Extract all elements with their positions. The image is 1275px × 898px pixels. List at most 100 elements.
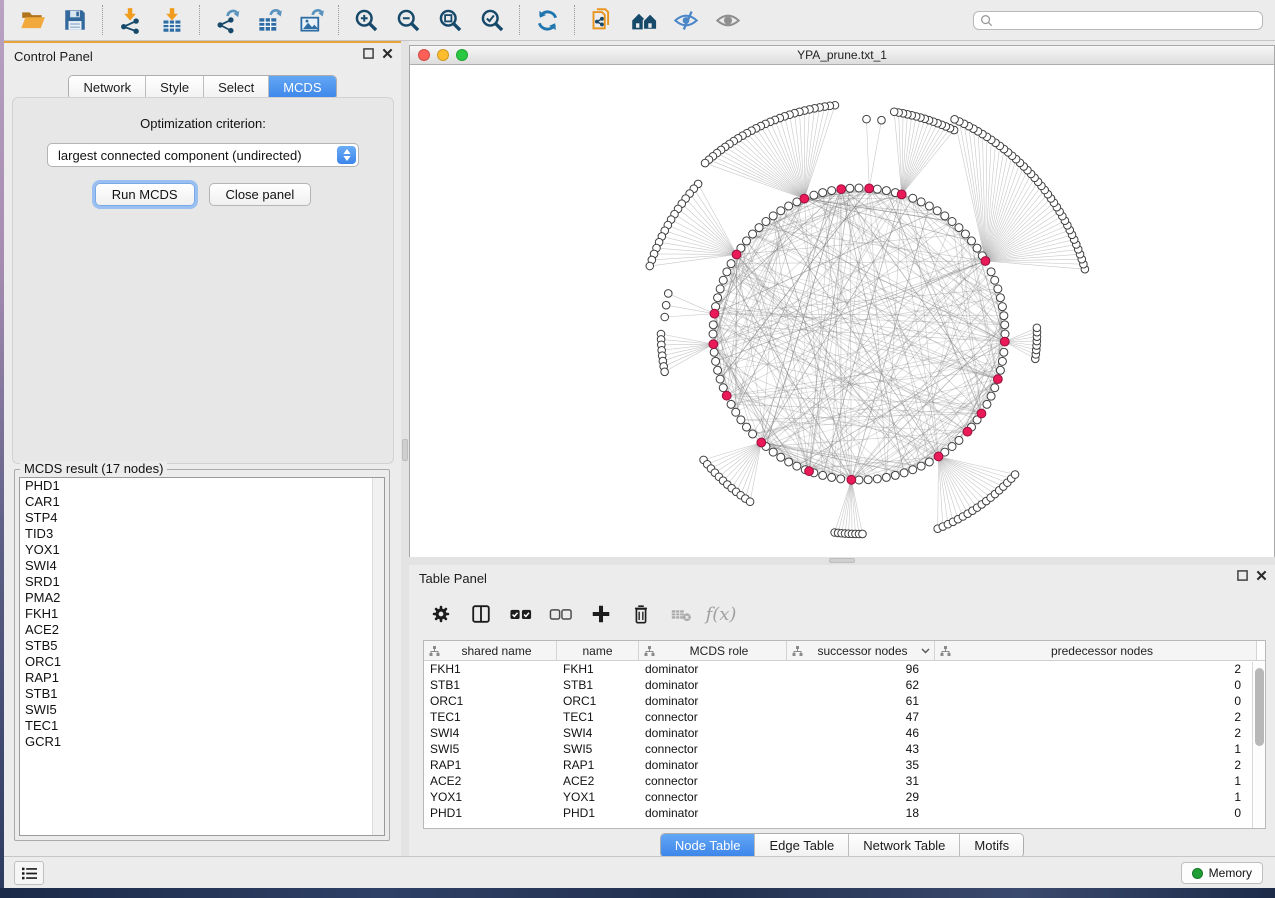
graph-node[interactable] [967, 237, 975, 245]
graph-node[interactable] [719, 276, 727, 284]
graph-node[interactable] [646, 262, 654, 270]
graph-node[interactable] [819, 189, 827, 197]
graph-node[interactable] [732, 408, 740, 416]
mcds-result-node[interactable]: CAR1 [20, 494, 384, 510]
column-header-name[interactable]: name [557, 641, 639, 660]
graph-node[interactable] [991, 276, 999, 284]
close-window-icon[interactable] [418, 49, 430, 61]
splitter-grip[interactable] [402, 439, 408, 461]
zoom-fit-button[interactable] [429, 3, 471, 37]
tab-style[interactable]: Style [146, 76, 204, 99]
graph-node[interactable] [991, 384, 999, 392]
mcds-result-node[interactable]: YOX1 [20, 542, 384, 558]
graph-node[interactable] [837, 475, 845, 483]
graph-mcds-node[interactable] [865, 184, 874, 193]
graph-node[interactable] [983, 400, 991, 408]
mcds-result-node[interactable]: PMA2 [20, 590, 384, 606]
hide-selected-button[interactable] [665, 3, 707, 37]
graph-node[interactable] [909, 466, 917, 474]
graph-mcds-node[interactable] [963, 427, 972, 436]
graph-node[interactable] [1033, 324, 1041, 332]
graph-node[interactable] [710, 348, 718, 356]
graph-node[interactable] [746, 498, 754, 506]
maximize-window-icon[interactable] [456, 49, 468, 61]
network-canvas[interactable] [410, 65, 1274, 557]
tab-network-table[interactable]: Network Table [849, 834, 960, 857]
tab-edge-table[interactable]: Edge Table [755, 834, 849, 857]
graph-node[interactable] [819, 471, 827, 479]
graph-node[interactable] [828, 473, 836, 481]
close-panel-button[interactable]: Close panel [209, 183, 312, 206]
vertical-splitter[interactable] [401, 41, 409, 856]
splitter-grip[interactable] [829, 558, 855, 563]
mcds-result-node[interactable]: TID3 [20, 526, 384, 542]
table-row-STB1[interactable]: STB1STB1dominator620 [424, 677, 1265, 693]
mcds-result-node[interactable]: STB5 [20, 638, 384, 654]
mcds-result-scrollbar[interactable] [372, 478, 384, 835]
open-session-button[interactable] [12, 3, 54, 37]
graph-mcds-node[interactable] [800, 194, 809, 203]
mcds-result-node[interactable]: ACE2 [20, 622, 384, 638]
mcds-result-node[interactable]: ORC1 [20, 654, 384, 670]
graph-node[interactable] [743, 237, 751, 245]
graph-node[interactable] [828, 187, 836, 195]
graph-node[interactable] [996, 366, 1004, 374]
graph-node[interactable] [785, 202, 793, 210]
graph-node[interactable] [994, 285, 1002, 293]
graph-node[interactable] [859, 530, 867, 538]
graph-mcds-node[interactable] [977, 409, 986, 418]
graph-node[interactable] [864, 476, 872, 484]
graph-node[interactable] [873, 475, 881, 483]
graph-mcds-node[interactable] [757, 438, 766, 447]
graph-node[interactable] [873, 185, 881, 193]
graph-node[interactable] [737, 416, 745, 424]
mcds-result-node[interactable]: STB1 [20, 686, 384, 702]
graph-node[interactable] [777, 207, 785, 215]
tab-select[interactable]: Select [204, 76, 269, 99]
graph-mcds-node[interactable] [837, 185, 846, 194]
horizontal-splitter[interactable] [409, 557, 1275, 565]
table-settings-button[interactable] [423, 596, 459, 632]
graph-node[interactable] [955, 436, 963, 444]
graph-node[interactable] [948, 442, 956, 450]
graph-mcds-node[interactable] [993, 375, 1002, 384]
graph-node[interactable] [727, 400, 735, 408]
graph-node[interactable] [662, 301, 670, 309]
graph-node[interactable] [961, 230, 969, 238]
graph-node[interactable] [762, 218, 770, 226]
graph-node[interactable] [855, 184, 863, 192]
graph-node[interactable] [891, 471, 899, 479]
graph-mcds-node[interactable] [897, 190, 906, 199]
table-row-SWI5[interactable]: SWI5SWI5connector431 [424, 741, 1265, 757]
table-row-PHD1[interactable]: PHD1PHD1dominator180 [424, 805, 1265, 821]
scrollbar-thumb[interactable] [1255, 668, 1264, 746]
graph-node[interactable] [755, 224, 763, 232]
graph-node[interactable] [909, 194, 917, 202]
column-layout-button[interactable] [463, 596, 499, 632]
graph-node[interactable] [998, 357, 1006, 365]
graph-mcds-node[interactable] [722, 391, 731, 400]
memory-button[interactable]: Memory [1181, 862, 1263, 884]
run-mcds-button[interactable]: Run MCDS [95, 183, 195, 206]
mcds-result-node[interactable]: GCR1 [20, 734, 384, 750]
tab-network[interactable]: Network [69, 76, 146, 99]
close-panel-icon[interactable] [382, 48, 393, 59]
column-header-shared-name[interactable]: shared name [424, 641, 557, 660]
mcds-result-node[interactable]: SWI5 [20, 702, 384, 718]
graph-node[interactable] [948, 218, 956, 226]
table-row-FKH1[interactable]: FKH1FKH1dominator962 [424, 661, 1265, 677]
search-input[interactable] [993, 14, 1256, 28]
graph-mcds-node[interactable] [1000, 337, 1009, 346]
graph-node[interactable] [701, 159, 709, 167]
mcds-result-node[interactable]: TEC1 [20, 718, 384, 734]
graph-node[interactable] [973, 244, 981, 252]
graph-node[interactable] [749, 430, 757, 438]
import-network-button[interactable] [109, 3, 151, 37]
import-table-button[interactable] [151, 3, 193, 37]
apply-layout-button[interactable] [526, 3, 568, 37]
graph-node[interactable] [716, 285, 724, 293]
zoom-selected-button[interactable] [471, 3, 513, 37]
graph-node[interactable] [769, 448, 777, 456]
graph-node[interactable] [933, 207, 941, 215]
minimize-window-icon[interactable] [437, 49, 449, 61]
